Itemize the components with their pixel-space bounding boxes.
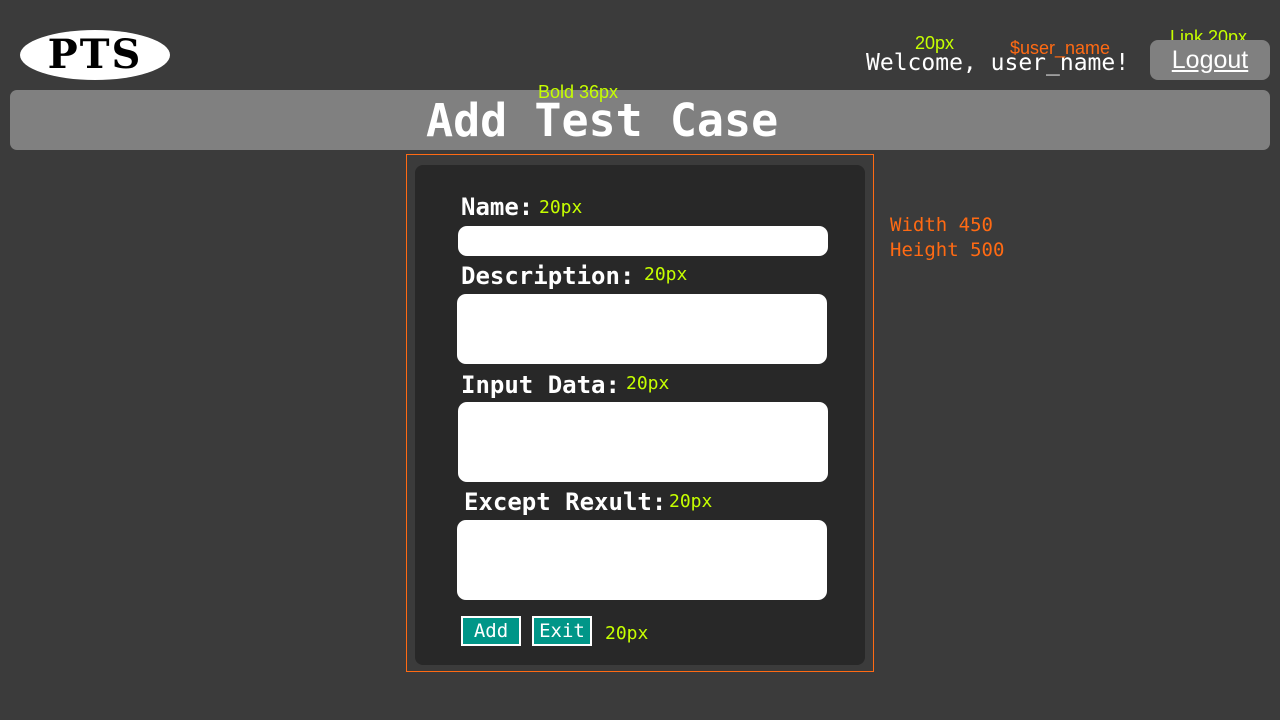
- form-width-annotation: Width 450: [890, 214, 993, 236]
- expected-result-label: Except Rexult:: [464, 488, 667, 516]
- add-button[interactable]: Add: [461, 616, 521, 646]
- buttons-size-annotation: 20px: [605, 623, 649, 644]
- logout-link[interactable]: Logout: [1172, 46, 1248, 75]
- pts-logo[interactable]: PTS: [20, 30, 170, 80]
- logo-text: PTS: [47, 31, 143, 78]
- title-spec-annotation: Bold 36px: [538, 82, 619, 102]
- description-size-annotation: 20px: [644, 264, 688, 285]
- input-data-label: Input Data:: [461, 371, 620, 399]
- form-height-annotation: Height 500: [890, 239, 1005, 261]
- page: PTS 20px $user_name Link 20px Welcome, u…: [0, 0, 1280, 720]
- logout-button[interactable]: Logout: [1150, 40, 1270, 80]
- expected-result-input[interactable]: [457, 520, 827, 600]
- name-label: Name:: [461, 193, 534, 221]
- exit-button[interactable]: Exit: [532, 616, 592, 646]
- name-size-annotation: 20px: [539, 197, 583, 218]
- welcome-message: Welcome, user_name!: [866, 50, 1130, 76]
- expected-result-size-annotation: 20px: [669, 491, 713, 512]
- input-data-input[interactable]: [458, 402, 828, 482]
- input-data-size-annotation: 20px: [626, 373, 670, 394]
- page-title: Add Test Case: [426, 94, 779, 147]
- description-label: Description:: [461, 262, 635, 290]
- description-input[interactable]: [457, 294, 827, 364]
- name-input[interactable]: [458, 226, 828, 256]
